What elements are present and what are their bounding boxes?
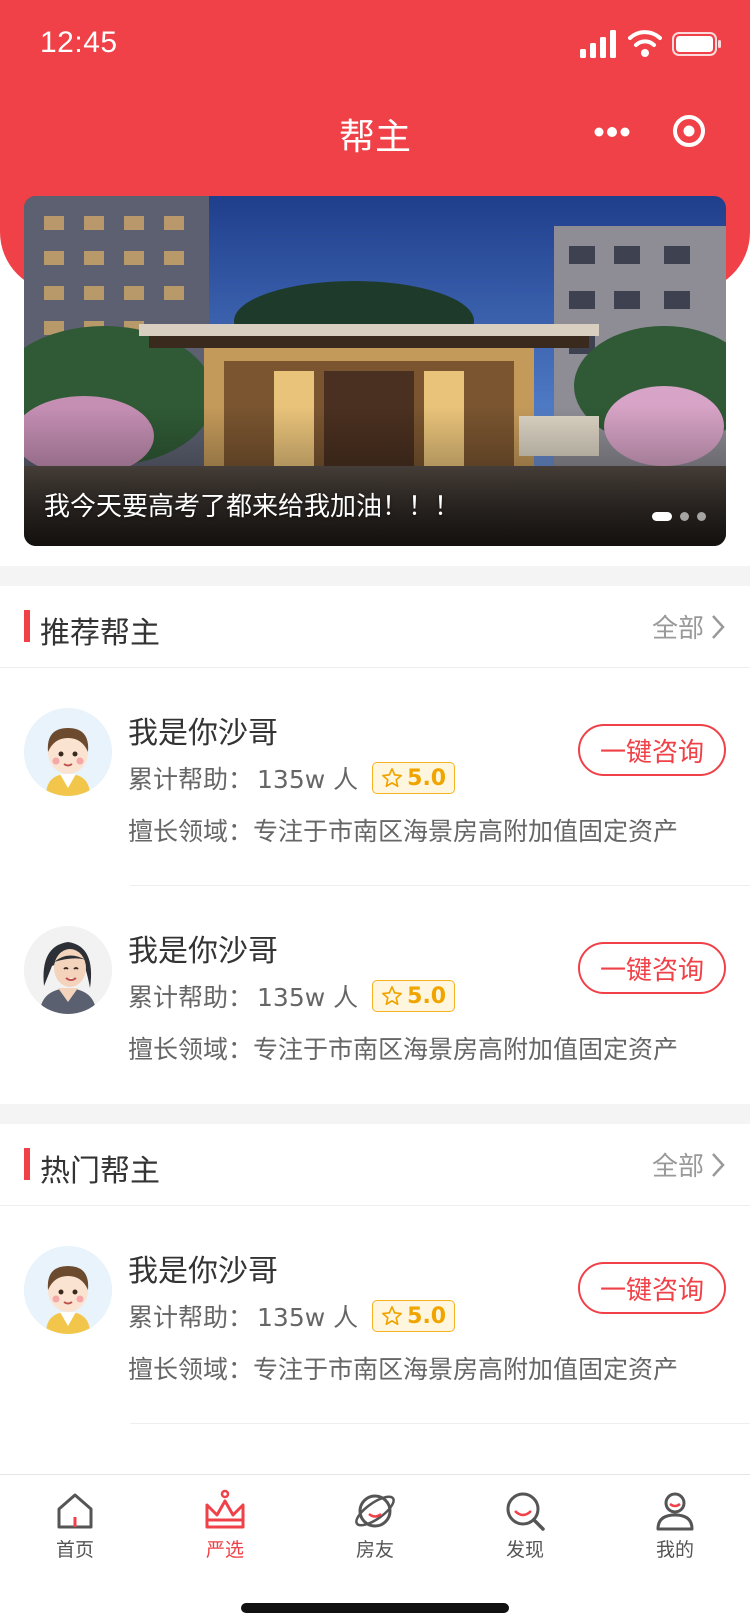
tab-label: 我的	[655, 1539, 694, 1561]
boy-avatar-icon	[24, 1246, 112, 1334]
divider	[130, 1423, 750, 1424]
star-icon	[382, 768, 403, 788]
view-all-link[interactable]: 全部	[652, 608, 726, 645]
consult-button[interactable]: 一键咨询	[578, 942, 726, 994]
home-icon	[57, 1493, 93, 1529]
tab-bar: 首页 严选 房友 发现 我的	[0, 1474, 750, 1624]
rating-badge: 5.0	[372, 980, 456, 1012]
section-title: 推荐帮主	[40, 616, 160, 651]
hot-section-header: 热门帮主 全部	[0, 1124, 750, 1206]
planet-icon	[355, 1494, 395, 1528]
adviser-name: 我是你沙哥	[128, 1254, 278, 1289]
tab-discover[interactable]: 发现	[475, 1489, 575, 1562]
rating-value: 5.0	[407, 1303, 447, 1329]
expertise-value: 专注于市南区海景房高附加值固定资产	[253, 1035, 679, 1064]
help-count-label: 累计帮助：	[128, 983, 254, 1012]
carousel-dot	[652, 512, 672, 521]
rating-badge: 5.0	[372, 762, 456, 794]
section-accent-bar	[24, 610, 30, 642]
status-bar: 12:45	[0, 0, 750, 90]
recommended-section-header: 推荐帮主 全部	[0, 586, 750, 668]
view-all-label: 全部	[651, 1152, 704, 1182]
expertise-value: 专注于市南区海景房高附加值固定资产	[253, 1355, 679, 1384]
adviser-card[interactable]: 我是你沙哥 累计帮助： 135w 人 5.0 擅长领域：专注于市南区海景房高附加…	[0, 886, 750, 1104]
tab-label: 严选	[205, 1539, 244, 1561]
avatar	[24, 708, 112, 796]
consult-button[interactable]: 一键咨询	[578, 724, 726, 776]
expertise-row: 擅长领域：专注于市南区海景房高附加值固定资产	[128, 812, 678, 848]
home-indicator	[241, 1603, 509, 1613]
section-gap	[0, 1104, 750, 1124]
search-icon	[506, 1492, 545, 1531]
adviser-name: 我是你沙哥	[128, 934, 278, 969]
star-icon	[382, 986, 403, 1006]
expertise-row: 擅长领域：专注于市南区海景房高附加值固定资产	[128, 1030, 678, 1066]
help-count-value: 135w 人	[257, 983, 359, 1012]
signal-icon	[580, 30, 616, 58]
tab-selection[interactable]: 严选	[175, 1489, 275, 1562]
tab-label: 房友	[355, 1539, 394, 1561]
section-title: 热门帮主	[40, 1154, 160, 1189]
rating-badge: 5.0	[372, 1300, 456, 1332]
adviser-name: 我是你沙哥	[128, 716, 278, 751]
view-all-link[interactable]: 全部	[652, 1146, 726, 1183]
battery-icon	[672, 32, 721, 56]
expertise-value: 专注于市南区海景房高附加值固定资产	[253, 817, 679, 846]
adviser-card[interactable]: 我是你沙哥 累计帮助： 135w 人 5.0 擅长领域：专注于市南区海景房高附加…	[0, 1206, 750, 1424]
expertise-label: 擅长领域：	[128, 1035, 254, 1064]
adviser-card[interactable]: 我是你沙哥 累计帮助： 135w 人 5.0 擅长领域：专注于市南区海景房高附加…	[0, 668, 750, 886]
tab-label: 首页	[55, 1539, 94, 1561]
help-count-value: 135w 人	[257, 765, 359, 794]
carousel-dot	[697, 512, 706, 521]
rating-value: 5.0	[407, 765, 447, 791]
expertise-row: 擅长领域：专注于市南区海景房高附加值固定资产	[128, 1350, 678, 1386]
banner-caption: 我今天要高考了都来给我加油！！！	[44, 492, 461, 522]
rating-value: 5.0	[407, 983, 447, 1009]
expertise-label: 擅长领域：	[128, 817, 254, 846]
avatar	[24, 926, 112, 1014]
tab-label: 发现	[505, 1539, 544, 1561]
carousel-dot	[680, 512, 689, 521]
page-title: 帮主	[338, 117, 411, 158]
woman-avatar-icon	[24, 926, 112, 1014]
avatar	[24, 1246, 112, 1334]
help-count-row: 累计帮助： 135w 人 5.0	[128, 1298, 456, 1334]
chevron-right-icon	[712, 614, 725, 639]
boy-avatar-icon	[24, 708, 112, 796]
help-count-row: 累计帮助： 135w 人 5.0	[128, 760, 456, 796]
profile-icon	[656, 1492, 694, 1531]
tab-mine[interactable]: 我的	[625, 1489, 725, 1562]
help-count-label: 累计帮助：	[128, 765, 254, 794]
close-miniprogram-icon[interactable]	[671, 113, 707, 149]
help-count-value: 135w 人	[257, 1303, 359, 1332]
more-icon[interactable]	[594, 118, 630, 146]
expertise-label: 擅长领域：	[128, 1355, 254, 1384]
section-accent-bar	[24, 1148, 30, 1180]
status-time: 12:45	[40, 26, 118, 59]
crown-icon	[205, 1489, 245, 1529]
wifi-icon	[628, 30, 662, 57]
tab-home[interactable]: 首页	[25, 1489, 125, 1562]
tab-friends[interactable]: 房友	[325, 1489, 425, 1562]
section-gap	[0, 566, 750, 586]
help-count-label: 累计帮助：	[128, 1303, 254, 1332]
view-all-label: 全部	[651, 614, 704, 644]
banner-carousel[interactable]: 我今天要高考了都来给我加油！！！	[24, 196, 726, 546]
carousel-indicator	[652, 512, 706, 521]
star-icon	[382, 1306, 403, 1326]
chevron-right-icon	[712, 1152, 725, 1177]
consult-button[interactable]: 一键咨询	[578, 1262, 726, 1314]
help-count-row: 累计帮助： 135w 人 5.0	[128, 978, 456, 1014]
